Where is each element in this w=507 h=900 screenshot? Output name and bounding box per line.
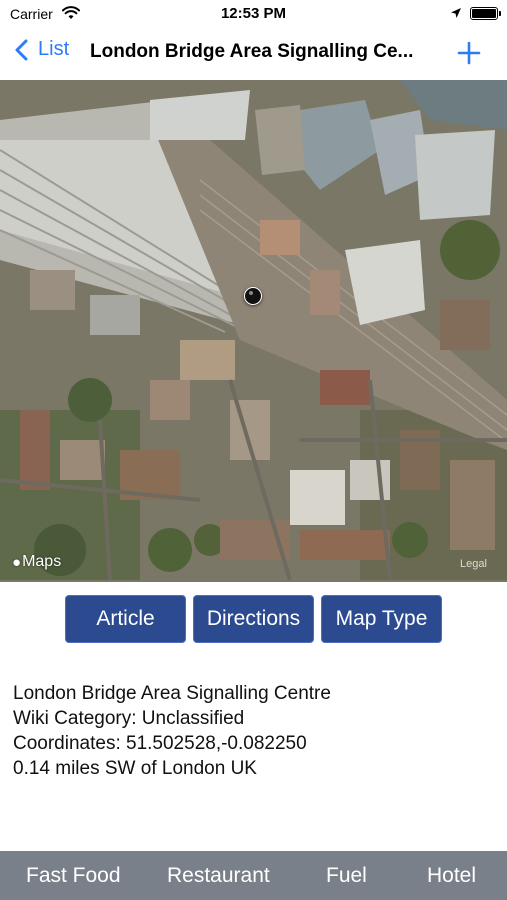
tab-restaurant[interactable]: Restaurant bbox=[167, 851, 270, 900]
tab-fast-food[interactable]: Fast Food bbox=[26, 851, 121, 900]
navigation-bar: List London Bridge Area Signalling Ce... bbox=[0, 28, 507, 80]
tab-fuel[interactable]: Fuel bbox=[326, 851, 367, 900]
place-coordinates: Coordinates: 51.502528,-0.082250 bbox=[13, 733, 307, 754]
plus-icon[interactable] bbox=[456, 40, 482, 66]
location-arrow-icon bbox=[451, 8, 461, 18]
page-title: London Bridge Area Signalling Ce... bbox=[90, 41, 414, 62]
directions-button[interactable]: Directions bbox=[193, 595, 314, 643]
back-button-label: List bbox=[38, 38, 70, 60]
satellite-imagery bbox=[0, 80, 507, 582]
apple-logo-icon: ● bbox=[12, 553, 22, 571]
place-info: London Bridge Area Signalling Centre Wik… bbox=[13, 681, 331, 781]
tab-hotel[interactable]: Hotel bbox=[427, 851, 476, 900]
back-button[interactable]: List bbox=[14, 38, 69, 61]
battery-cap bbox=[499, 11, 501, 16]
category-tab-bar: Fast Food Restaurant Fuel Hotel bbox=[0, 851, 507, 900]
map-view[interactable]: ● Maps Legal bbox=[0, 80, 507, 582]
maps-logo-text: Maps bbox=[22, 553, 62, 570]
legal-link[interactable]: Legal bbox=[460, 558, 487, 570]
place-name: London Bridge Area Signalling Centre bbox=[13, 683, 331, 704]
map-pin-icon[interactable] bbox=[244, 287, 262, 305]
chevron-left-icon bbox=[15, 39, 28, 60]
map-type-button[interactable]: Map Type bbox=[321, 595, 442, 643]
place-distance: 0.14 miles SW of London UK bbox=[13, 758, 257, 779]
status-time: 12:53 PM bbox=[220, 5, 287, 22]
action-buttons: Article Directions Map Type bbox=[0, 595, 507, 643]
maps-logo: ● Maps bbox=[12, 553, 61, 571]
place-category: Wiki Category: Unclassified bbox=[13, 708, 245, 729]
article-button[interactable]: Article bbox=[65, 595, 186, 643]
battery-icon bbox=[470, 7, 498, 20]
status-bar: Carrier 12:53 PM bbox=[0, 0, 507, 28]
